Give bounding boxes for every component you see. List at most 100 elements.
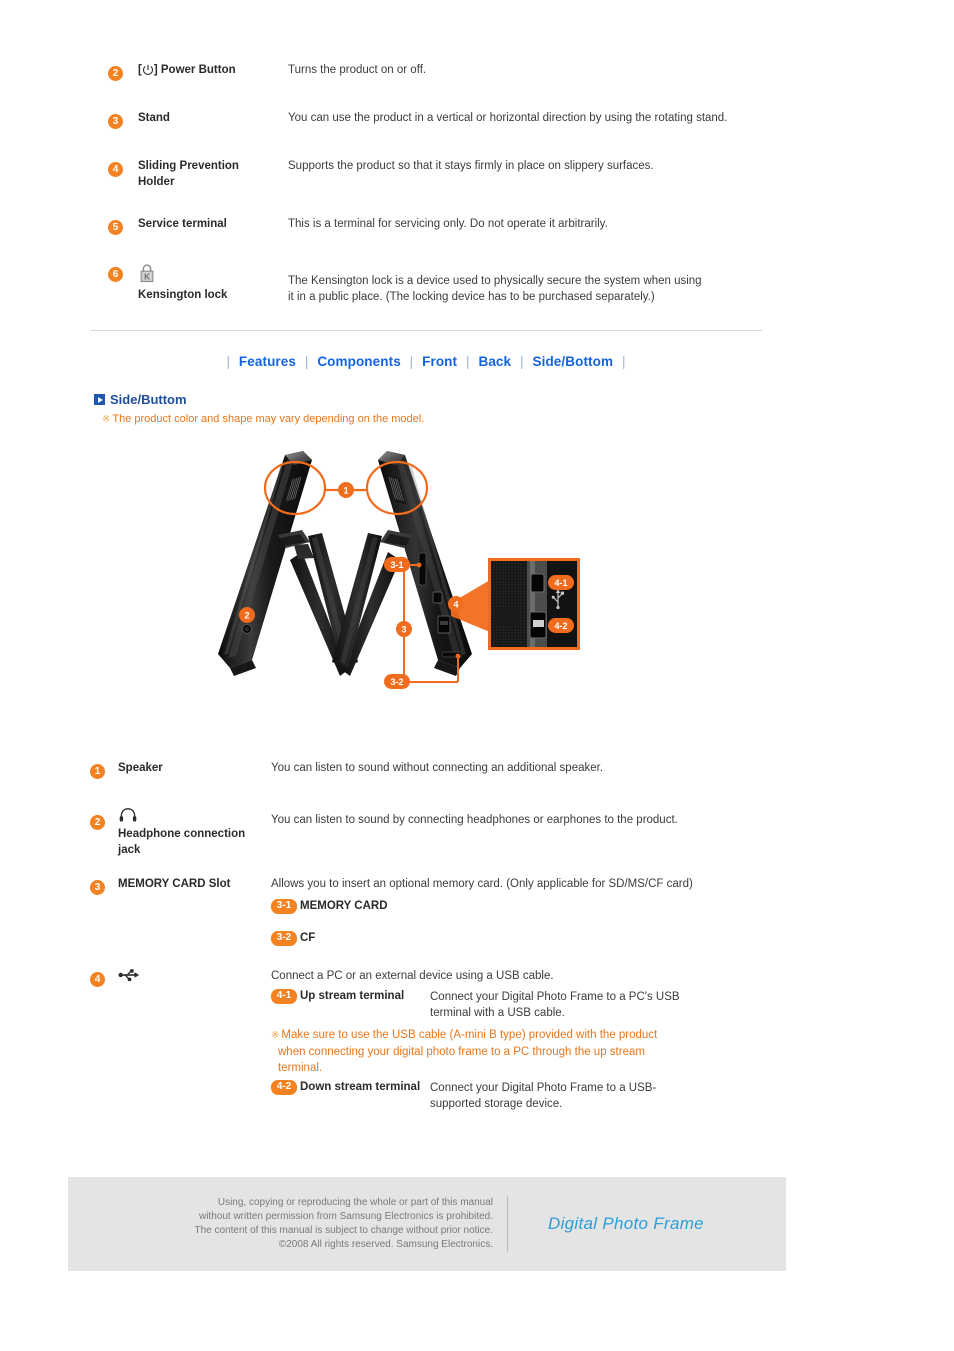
pill-badge-3-1: 3-1 xyxy=(271,899,297,914)
nav-link-front[interactable]: Front xyxy=(422,354,457,369)
power-button-label-suffix: ] Power Button xyxy=(153,64,236,76)
product-side-bottom-illustration: 1 2 3-1 3-2 3 4-1 4-2 4 xyxy=(190,440,630,710)
bottom-spec-table: 1 Speaker You can listen to sound withou… xyxy=(90,760,790,1112)
svg-text:3-2: 3-2 xyxy=(390,677,403,687)
item-description: You can listen to sound by connecting he… xyxy=(271,814,678,826)
headphone-icon xyxy=(119,808,137,822)
page-footer: Using, copying or reproducing the whole … xyxy=(68,1177,786,1271)
row-desc-cell: Supports the product so that it stays fi… xyxy=(288,158,808,174)
section-divider xyxy=(90,330,762,331)
row-name-cell xyxy=(118,968,271,982)
usb-icon xyxy=(118,969,140,982)
svg-text:4: 4 xyxy=(453,600,458,610)
arrow-right-icon xyxy=(94,394,105,405)
power-icon xyxy=(142,64,153,75)
table-row: 1 Speaker You can listen to sound withou… xyxy=(90,760,790,779)
nav-separator: | xyxy=(304,354,309,369)
nav-link-back[interactable]: Back xyxy=(478,354,511,369)
row-name-cell: Sliding Prevention Holder xyxy=(138,158,288,190)
usb-cable-note: ※ Make sure to use the USB cable (A-mini … xyxy=(271,1027,681,1076)
svg-text:3-1: 3-1 xyxy=(390,560,403,570)
number-badge: 1 xyxy=(90,764,105,779)
nav-link-features[interactable]: Features xyxy=(239,354,296,369)
nav-separator: | xyxy=(226,354,231,369)
table-row: 6 K Kensington lock The Kensington lock … xyxy=(108,263,808,305)
item-label-speaker: Speaker xyxy=(118,762,163,774)
row-desc-cell: Allows you to insert an optional memory … xyxy=(271,876,790,946)
row-badge-cell: 3 xyxy=(108,110,138,129)
footer-line-3: The content of this manual is subject to… xyxy=(194,1225,493,1236)
nav-separator: | xyxy=(409,354,414,369)
row-badge-cell: 4 xyxy=(108,158,138,177)
svg-text:K: K xyxy=(144,272,150,281)
nav-link-components[interactable]: Components xyxy=(317,354,401,369)
row-badge-cell: 3 xyxy=(90,876,118,895)
table-row: 4 Connect a PC or an external device usi… xyxy=(90,968,790,1112)
row-badge-cell: 2 xyxy=(90,808,118,830)
row-name-cell: K Kensington lock xyxy=(138,263,288,303)
svg-text:2: 2 xyxy=(244,611,249,621)
item-label-headphone-jack: Headphone connection jack xyxy=(118,828,246,856)
pill-badge-3-2: 3-2 xyxy=(271,931,297,946)
row-desc-cell: You can use the product in a vertical or… xyxy=(288,110,808,126)
section-heading: Side/Buttom xyxy=(94,392,187,407)
item-label-service-terminal: Service terminal xyxy=(138,218,227,230)
svg-text:4-2: 4-2 xyxy=(554,621,567,631)
footer-copyright: Using, copying or reproducing the whole … xyxy=(68,1196,508,1252)
sub-item-cf: 3-2 CF xyxy=(271,931,790,946)
number-badge: 4 xyxy=(108,162,123,177)
item-description: Turns the product on or off. xyxy=(288,64,427,76)
row-badge-cell: 6 xyxy=(108,263,138,282)
footer-product-logo: Digital Photo Frame xyxy=(548,1214,704,1233)
nav-separator: | xyxy=(621,354,626,369)
table-row: 5 Service terminal This is a terminal fo… xyxy=(108,216,808,235)
nav-separator: | xyxy=(466,354,470,369)
item-description: This is a terminal for servicing only. D… xyxy=(288,218,608,230)
table-row: 2 [] Power Button Turns the product on o… xyxy=(108,62,808,81)
number-badge: 3 xyxy=(90,880,105,895)
row-name-cell: Headphone connection jack xyxy=(118,808,271,858)
item-description: You can listen to sound without connecti… xyxy=(271,762,604,774)
sub-item-label: MEMORY CARD xyxy=(300,900,388,912)
footer-line-1: Using, copying or reproducing the whole … xyxy=(217,1197,493,1208)
svg-text:3: 3 xyxy=(401,625,406,635)
sub-item-description: Connect your Digital Photo Frame to a US… xyxy=(430,1082,657,1110)
device-left-side-view xyxy=(218,451,358,676)
row-desc-cell: Turns the product on or off. xyxy=(288,62,808,78)
svg-text:4-1: 4-1 xyxy=(554,578,567,588)
number-badge: 6 xyxy=(108,267,123,282)
footer-line-4: ©2008 All rights reserved. Samsung Elect… xyxy=(278,1239,493,1250)
note-mark-icon: ※ xyxy=(102,414,111,425)
sub-item-up-stream-terminal: 4-1 Up stream terminal Connect your Digi… xyxy=(271,989,790,1021)
item-description: You can use the product in a vertical or… xyxy=(288,112,728,124)
item-label-stand: Stand xyxy=(138,112,170,124)
product-diagram-svg: 1 2 3-1 3-2 3 4-1 4-2 4 xyxy=(218,451,580,689)
item-description: Allows you to insert an optional memory … xyxy=(271,878,693,890)
number-badge: 3 xyxy=(108,114,123,129)
manual-page: 2 [] Power Button Turns the product on o… xyxy=(0,0,954,1351)
number-badge: 2 xyxy=(108,66,123,81)
item-description: Supports the product so that it stays fi… xyxy=(288,160,654,172)
number-badge: 5 xyxy=(108,220,123,235)
memory-card-slot xyxy=(418,552,427,586)
row-badge-cell: 1 xyxy=(90,760,118,779)
number-badge: 2 xyxy=(90,815,105,830)
table-row: 3 MEMORY CARD Slot Allows you to insert … xyxy=(90,876,790,946)
nav-link-side-bottom[interactable]: Side/Bottom xyxy=(532,354,613,369)
usb-detail-inset: 4-1 4-2 xyxy=(451,558,580,650)
footer-line-2: without written permission from Samsung … xyxy=(198,1211,493,1222)
sub-item-description: Connect your Digital Photo Frame to a PC… xyxy=(430,991,680,1019)
row-badge-cell: 4 xyxy=(90,968,118,987)
pill-badge-4-1: 4-1 xyxy=(271,989,297,1004)
item-label-sliding-prevention-holder: Sliding Prevention Holder xyxy=(138,160,239,188)
mini-usb-port xyxy=(432,591,443,604)
number-badge: 4 xyxy=(90,972,105,987)
item-description: The Kensington lock is a device used to … xyxy=(288,275,702,303)
item-label-power-button: [] Power Button xyxy=(138,62,288,78)
nav-separator: | xyxy=(520,354,524,369)
section-note-text: The product color and shape may vary dep… xyxy=(112,413,425,425)
sub-item-label: Down stream terminal xyxy=(300,1081,421,1093)
kensington-lock-icon: K xyxy=(140,264,154,283)
row-desc-cell: The Kensington lock is a device used to … xyxy=(288,263,808,305)
row-desc-cell: You can listen to sound by connecting he… xyxy=(271,808,790,828)
